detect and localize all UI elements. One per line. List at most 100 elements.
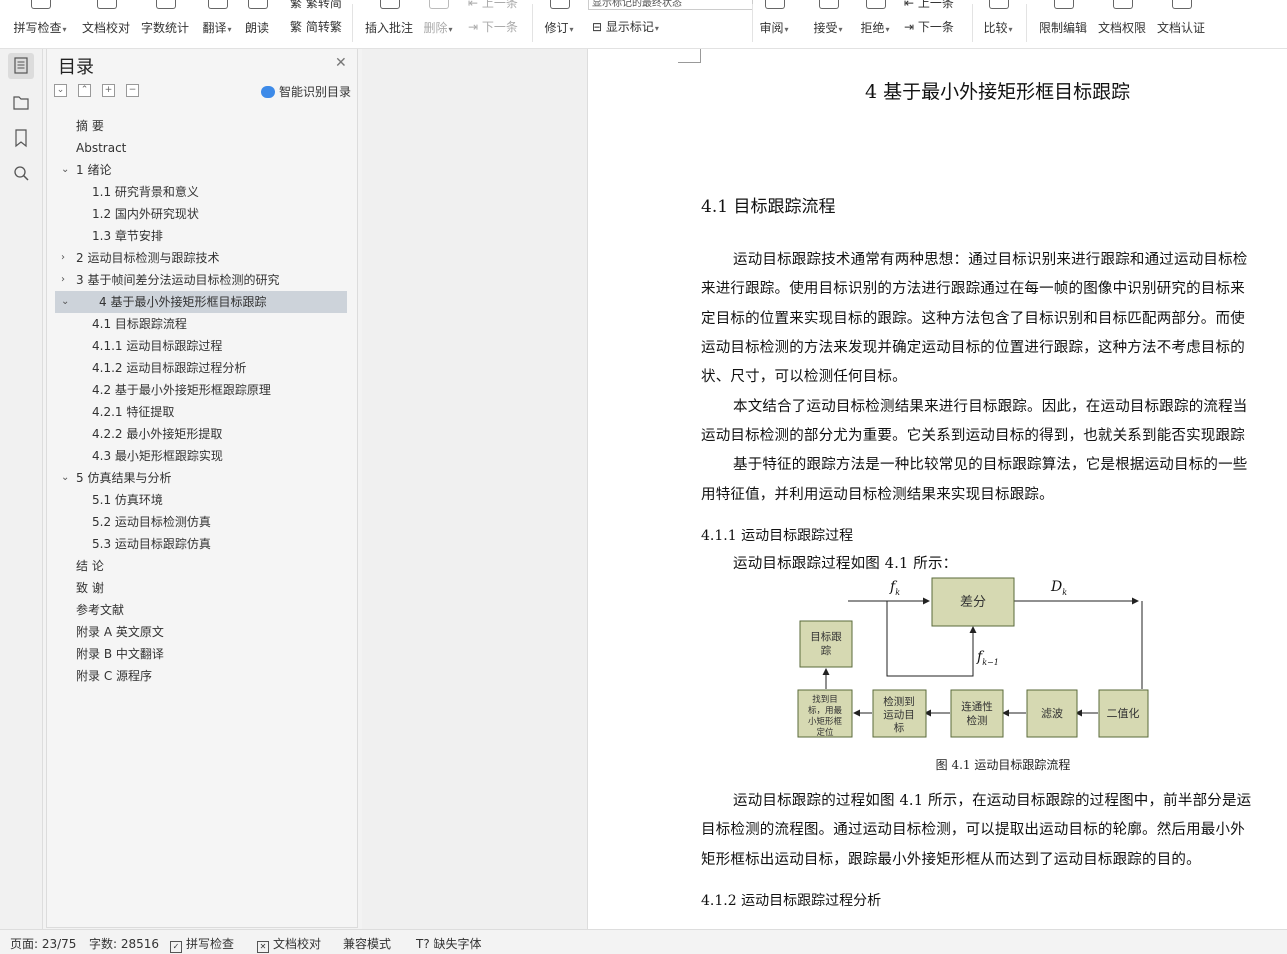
trad-simp-icon: 繁 (290, 0, 303, 10)
bookmark-button[interactable] (8, 125, 34, 151)
fk-1-label: fk−1 (976, 649, 999, 667)
toc-item[interactable]: 1.1 研究背景和意义 (55, 181, 347, 203)
paragraph-line: 用特征值，并利用运动目标检测结果来实现目标跟踪。 (701, 487, 1054, 503)
connectivity-label: 连通性 (961, 700, 993, 713)
toc-item-label: 5.3 运动目标跟踪仿真 (92, 537, 211, 551)
smart-toc-button[interactable]: 智能识别目录 (261, 83, 351, 100)
toc-item[interactable]: 4.1 目标跟踪流程 (55, 313, 347, 335)
read-aloud-icon (248, 0, 268, 9)
prev-comment-button[interactable]: ⇤ 上一条 (468, 0, 518, 11)
search-button[interactable] (8, 161, 34, 187)
toc-item-label: 参考文献 (76, 603, 125, 617)
prev-change-icon: ⇤ (904, 0, 915, 10)
chevron-right-icon[interactable]: › (61, 269, 65, 291)
toc-item[interactable]: 5.2 运动目标检测仿真 (55, 511, 347, 533)
word-count-button[interactable]: 字数统计 (137, 0, 193, 48)
word-count-indicator[interactable]: 字数: 28516 (89, 935, 159, 952)
read-aloud-button[interactable]: 朗读 (240, 0, 274, 48)
toc-item[interactable]: 摘 要 (55, 115, 347, 137)
toc-item[interactable]: 1.2 国内外研究现状 (55, 203, 347, 225)
expand-all-icon[interactable]: ⌄ (54, 84, 67, 97)
toc-item[interactable]: 致 谢 (55, 577, 347, 599)
toc-item-label: 附录 B 中文翻译 (76, 647, 164, 661)
chevron-down-icon[interactable]: ⌄ (61, 291, 69, 313)
toc-view-button[interactable] (8, 53, 34, 79)
toc-item[interactable]: 5.1 仿真环境 (55, 489, 347, 511)
toc-item[interactable]: ⌄ 4 基于最小外接矩形框目标跟踪 (55, 291, 347, 313)
next-comment-button[interactable]: ⇥ 下一条 (468, 18, 518, 35)
review-button[interactable]: 审阅▾ (756, 0, 792, 48)
fk-label: fk (889, 579, 900, 597)
doc-permission-button[interactable]: 文档权限 (1095, 0, 1149, 48)
prev-change-button[interactable]: ⇤ 上一条 (904, 0, 954, 11)
toc-item[interactable]: 4.2.1 特征提取 (55, 401, 347, 423)
toc-item[interactable]: 参考文献 (55, 599, 347, 621)
paragraph-line: 运动目标跟踪技术通常有两种思想：通过目标识别来进行跟踪和通过运动目标检 (733, 252, 1248, 268)
next-comment-icon: ⇥ (468, 20, 479, 34)
toc-item[interactable]: Abstract (55, 137, 347, 159)
toc-item[interactable]: 4.2 基于最小外接矩形框跟踪原理 (55, 379, 347, 401)
chapter-nav-button[interactable] (8, 89, 34, 115)
toc-item[interactable]: 附录 A 英文原文 (55, 621, 347, 643)
accept-button[interactable]: 接受▾ (810, 0, 846, 48)
toc-item[interactable]: 附录 B 中文翻译 (55, 643, 347, 665)
restrict-editing-button[interactable]: 限制编辑 (1036, 0, 1090, 48)
chevron-down-icon[interactable]: ⌄ (61, 467, 69, 489)
close-icon[interactable]: ✕ (335, 55, 347, 71)
chevron-down-icon[interactable]: ⌄ (61, 159, 69, 181)
show-marks-button[interactable]: ⊟ 显示标记▾ (592, 18, 659, 35)
doc-certify-button[interactable]: 文档认证 (1154, 0, 1208, 48)
diff-label: 差分 (960, 595, 986, 610)
spell-check-button[interactable]: 拼写检查▾ (8, 0, 72, 48)
page-indicator[interactable]: 页面: 23/75 (10, 935, 76, 952)
toc-item[interactable]: 4.2.2 最小外接矩形提取 (55, 423, 347, 445)
toc-item[interactable]: 4.1.1 运动目标跟踪过程 (55, 335, 347, 357)
connectivity-label: 检测 (967, 714, 988, 727)
toc-title: 目录 (58, 57, 94, 78)
compare-button[interactable]: 比较▾ (980, 0, 1016, 48)
collapse-all-icon[interactable]: ⌃ (78, 84, 91, 97)
document-margin (362, 49, 587, 929)
delete-comment-button[interactable]: 删除▾ (420, 0, 456, 48)
target-track-label: 踪 (821, 644, 832, 657)
toc-item[interactable]: ⌄ 5 仿真结果与分析 (55, 467, 347, 489)
toc-item[interactable]: › 3 基于帧间差分法运动目标检测的研究 (55, 269, 347, 291)
smart-ai-icon (261, 86, 275, 98)
display-mode-select[interactable]: 显示标记的最终状态 (588, 0, 753, 10)
proofread-button[interactable]: 文档校对 (78, 0, 134, 48)
detect-label: 检测到 (883, 695, 915, 708)
toc-item[interactable]: 附录 C 源程序 (55, 665, 347, 687)
simp-to-trad-button[interactable]: 繁 简转繁 (290, 18, 342, 35)
compat-mode-indicator: 兼容模式 (343, 937, 392, 951)
simp-trad-icon: 繁 (290, 20, 303, 34)
translate-button[interactable]: 翻译▾ (197, 0, 237, 48)
side-rail (0, 49, 43, 929)
add-level-icon[interactable]: + (102, 84, 115, 97)
compare-icon (989, 0, 1009, 9)
track-changes-button[interactable]: 修订▾ (540, 0, 578, 48)
chevron-right-icon[interactable]: › (61, 247, 65, 269)
status-bar: 页面: 23/75 字数: 28516 ✓ 拼写检查 ✕ 文档校对 兼容模式 T? … (0, 929, 1287, 954)
toc-item[interactable]: 结 论 (55, 555, 347, 577)
chapter-icon (13, 96, 29, 110)
toc-item[interactable]: 4.3 最小矩形框跟踪实现 (55, 445, 347, 467)
toc-item[interactable]: 1.3 章节安排 (55, 225, 347, 247)
reject-icon (866, 0, 886, 9)
missing-font-button[interactable]: T? 缺失字体 (416, 935, 482, 952)
insert-comment-button[interactable]: 插入批注 (362, 0, 416, 48)
next-change-button[interactable]: ⇥ 下一条 (904, 18, 954, 35)
toc-icon (14, 57, 28, 74)
toc-item[interactable]: 5.3 运动目标跟踪仿真 (55, 533, 347, 555)
filter-label: 滤波 (1041, 707, 1063, 720)
toc-item[interactable]: 4.1.2 运动目标跟踪过程分析 (55, 357, 347, 379)
toc-item[interactable]: ⌄ 1 绪论 (55, 159, 347, 181)
delete-comment-icon (429, 0, 449, 9)
separator (1026, 4, 1027, 42)
status-spell-check[interactable]: ✓ 拼写检查 (170, 935, 234, 953)
ribbon-toolbar: 拼写检查▾ 文档校对 字数统计 翻译▾ 朗读 繁 繁转简 繁 简转繁 插入批注 … (0, 0, 1287, 49)
reject-button[interactable]: 拒绝▾ (857, 0, 893, 48)
trad-to-simp-button[interactable]: 繁 繁转简 (290, 0, 342, 11)
remove-level-icon[interactable]: − (126, 84, 139, 97)
status-proofread[interactable]: ✕ 文档校对 (257, 935, 321, 953)
toc-item[interactable]: › 2 运动目标检测与跟踪技术 (55, 247, 347, 269)
